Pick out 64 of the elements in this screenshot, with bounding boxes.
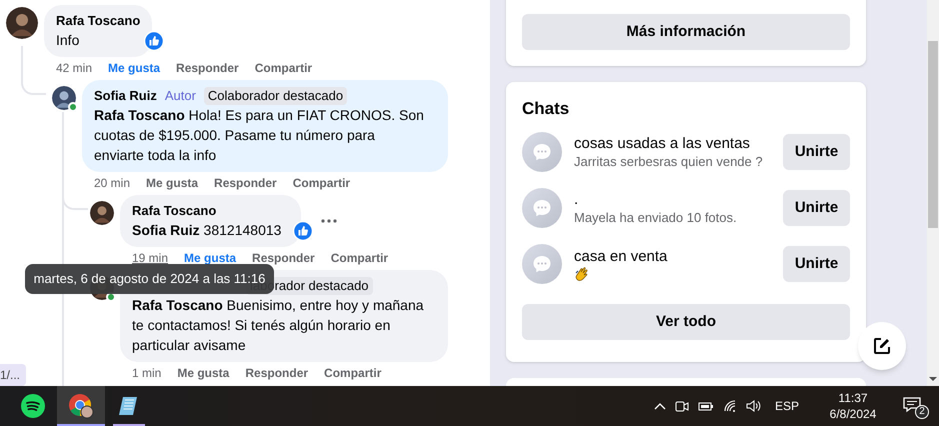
comment-action[interactable]: Responder	[245, 366, 308, 380]
comment-action[interactable]: Me gusta	[184, 251, 236, 265]
comment-action[interactable]: Compartir	[254, 61, 312, 75]
clock[interactable]: 11:37 6/8/2024	[820, 390, 886, 422]
browser-icon	[68, 393, 94, 419]
comment-action[interactable]: Responder	[214, 176, 277, 190]
language-indicator[interactable]: ESP	[774, 397, 799, 415]
wifi-icon[interactable]	[722, 399, 737, 413]
join-button[interactable]: Unirte	[783, 190, 850, 226]
like-reaction-icon[interactable]	[144, 31, 164, 51]
chat-name[interactable]: .	[574, 190, 771, 209]
side-chip[interactable]: 1/...	[0, 364, 26, 386]
volume-icon[interactable]	[746, 399, 762, 413]
edit-icon	[872, 336, 892, 356]
more-info-button[interactable]: Más información	[522, 14, 850, 50]
notifications-icon[interactable]	[903, 397, 921, 413]
clapping-hands-icon	[574, 266, 590, 282]
chats-title: Chats	[522, 98, 570, 120]
comment-action[interactable]: Me gusta	[177, 366, 230, 380]
scroll-down-icon[interactable]	[929, 376, 937, 382]
contributor-tag: Colaborador destacado	[204, 87, 348, 105]
author-name[interactable]: Sofia Ruiz	[94, 87, 157, 105]
comment-text: Rafa Toscano Hola! Es para un FIAT CRONOS. Son cuotas de $195.000. Pasame tu número para enviarte toda la info	[94, 106, 425, 165]
author-name[interactable]: Rafa Toscano	[56, 12, 140, 30]
chevron-up-icon[interactable]	[654, 402, 666, 410]
comment-action[interactable]: Me gusta	[146, 176, 198, 190]
comment-time[interactable]: 20 min	[94, 176, 130, 190]
chat-preview: Jarritas serbesras quien vende ?	[574, 153, 764, 170]
comment-action[interactable]: Compartir	[330, 251, 388, 265]
chat-avatar-icon	[522, 188, 562, 228]
chat-avatar-icon	[522, 132, 562, 172]
comment-text: Sofia Ruiz 3812148013	[132, 221, 282, 240]
thread-line	[21, 46, 46, 95]
comment-time[interactable]: 19 min	[132, 251, 168, 265]
comment-text: Info	[56, 31, 80, 50]
chat-preview: Mayela ha enviado 10 fotos.	[574, 209, 738, 226]
see-all-button[interactable]: Ver todo	[522, 304, 850, 340]
author-name[interactable]: Rafa Toscano	[132, 202, 216, 220]
comment-time[interactable]: 42 min	[56, 61, 92, 75]
compose-button[interactable]	[858, 322, 906, 370]
chat-avatar-icon	[522, 244, 562, 284]
chat-name[interactable]: casa en venta	[574, 246, 771, 266]
more-icon[interactable]	[321, 219, 338, 223]
comment-action[interactable]: Compartir	[324, 366, 382, 380]
join-button[interactable]: Unirte	[783, 246, 850, 282]
avatar[interactable]	[6, 7, 38, 39]
notification-count: 2	[915, 405, 929, 419]
scrollbar-thumb[interactable]	[928, 41, 938, 228]
comment-action[interactable]: Responder	[176, 61, 239, 75]
comment-action[interactable]: Compartir	[292, 176, 350, 190]
camera-icon[interactable]	[674, 399, 689, 413]
comment-action[interactable]: Responder	[252, 251, 315, 265]
avatar[interactable]	[90, 201, 114, 225]
comment-action[interactable]: Me gusta	[108, 61, 160, 75]
avatar[interactable]	[52, 86, 76, 110]
taskbar-app[interactable]	[57, 386, 105, 426]
comment-time[interactable]: 1 min	[132, 366, 162, 380]
comment-text: Rafa Toscano Buenisimo, entre hoy y mañana te contactamos! Si tenés algún horario en particular avisame	[132, 296, 425, 355]
like-reaction-icon[interactable]	[293, 221, 314, 241]
battery-icon[interactable]	[698, 400, 714, 412]
music-app-icon	[21, 394, 45, 418]
join-button[interactable]: Unirte	[783, 134, 850, 170]
author-label: Autor	[164, 87, 196, 105]
chat-name[interactable]: cosas usadas a las ventas	[574, 134, 771, 153]
